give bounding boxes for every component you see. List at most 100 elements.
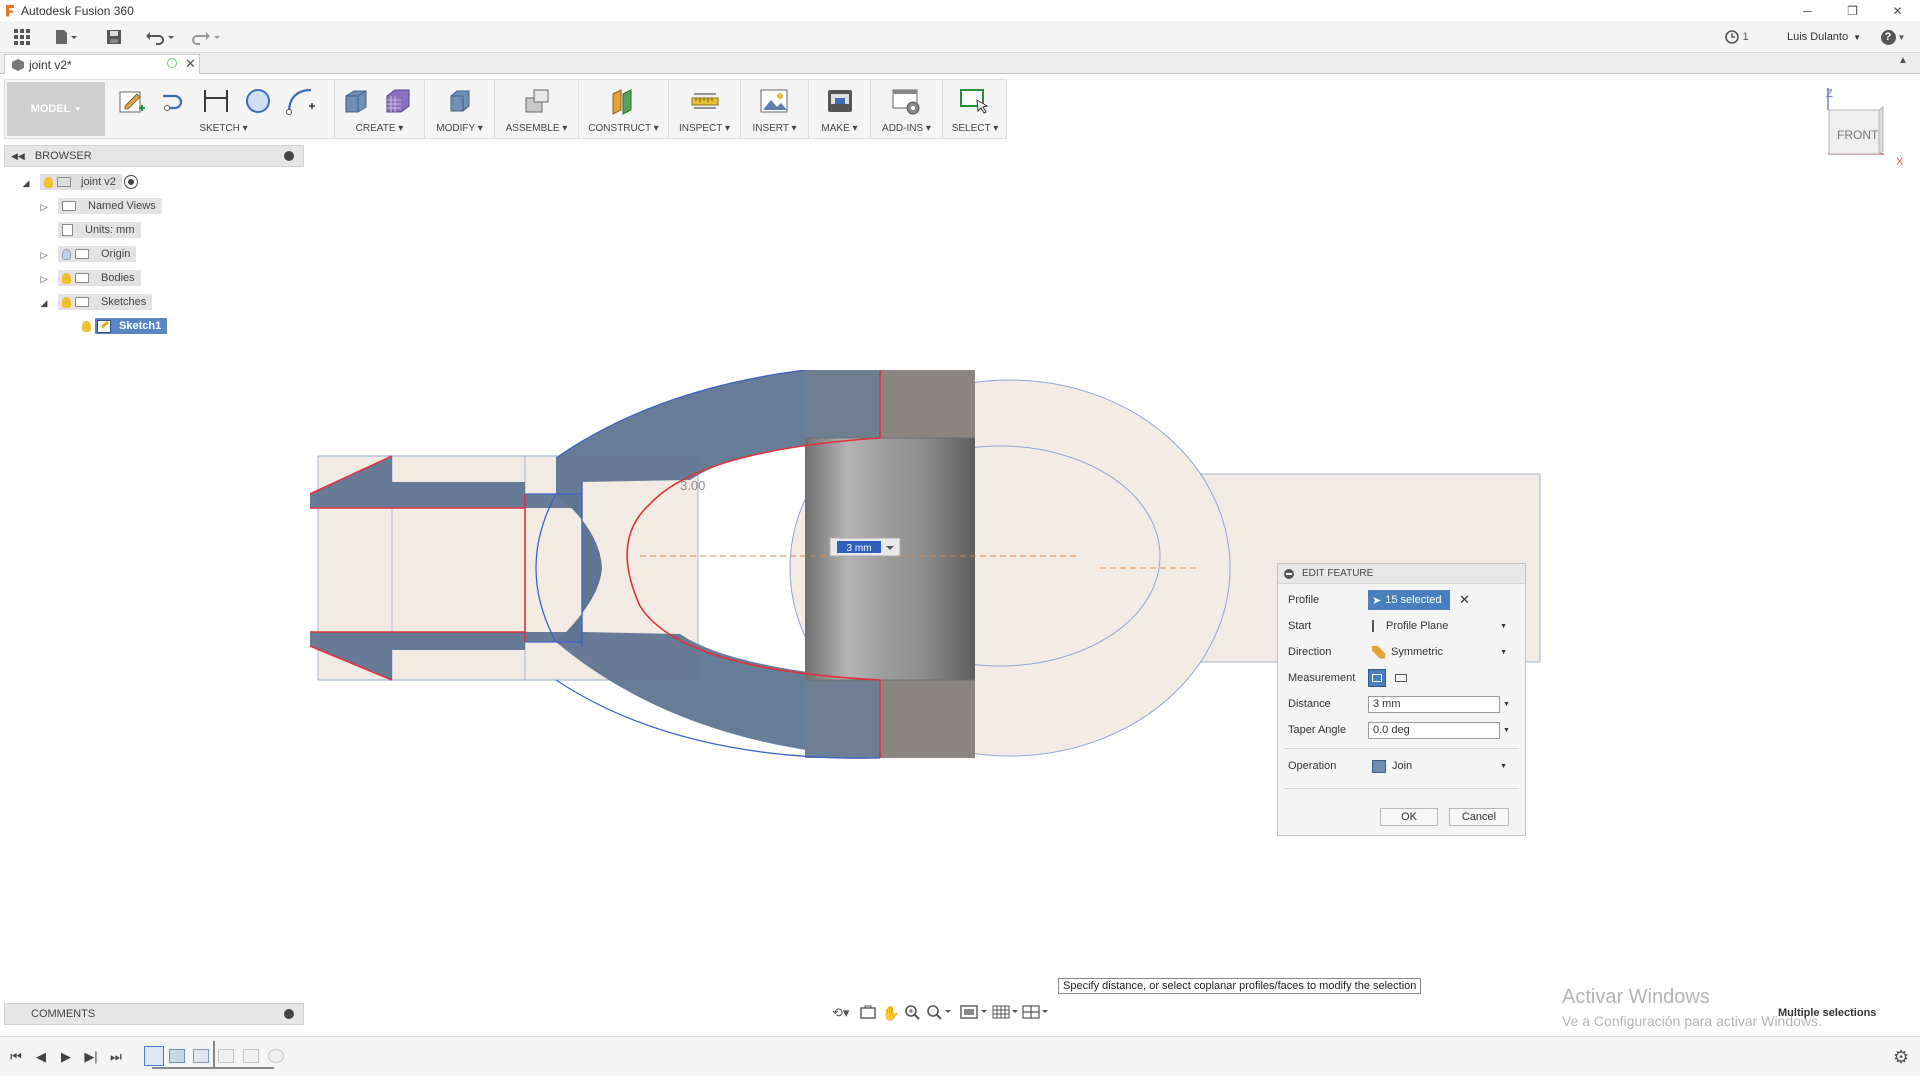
- user-menu[interactable]: Luis Dulanto ▼: [1784, 27, 1864, 47]
- expand-toggle-icon[interactable]: ◢: [20, 177, 32, 189]
- timeline-suppressed-feature-icon[interactable]: [243, 1049, 259, 1063]
- browser-item-units[interactable]: Units: mm: [58, 222, 141, 238]
- viewcube-front-face[interactable]: FRONT: [1837, 128, 1878, 142]
- visibility-bulb-icon[interactable]: [62, 296, 71, 308]
- profile-selection-button[interactable]: ➤ 15 selected: [1368, 590, 1450, 610]
- half-length-icon[interactable]: [1368, 669, 1386, 687]
- modify-group-label: MODIFY: [436, 123, 475, 134]
- browser-item-sketch1[interactable]: Sketch1: [78, 318, 168, 334]
- arc-tool-icon: [286, 88, 315, 115]
- expand-toggle-icon[interactable]: ▷: [38, 201, 50, 213]
- modify-group[interactable]: MODIFY ▾: [425, 80, 495, 138]
- close-tab-icon[interactable]: ✕: [185, 56, 196, 72]
- undo-icon[interactable]: [144, 27, 178, 47]
- whole-length-icon[interactable]: [1392, 669, 1410, 687]
- visibility-bulb-icon[interactable]: [62, 272, 71, 284]
- timeline-play-icon[interactable]: ▶: [58, 1049, 74, 1065]
- help-menu[interactable]: ? ▼: [1880, 27, 1906, 47]
- chevron-down-icon: ▼: [1500, 762, 1507, 770]
- operation-dropdown[interactable]: Join ▼: [1368, 756, 1511, 776]
- display-settings-icon[interactable]: [960, 1004, 992, 1023]
- zoom-icon[interactable]: [904, 1004, 926, 1023]
- file-menu-icon[interactable]: [52, 27, 80, 47]
- chevron-down-icon[interactable]: ▼: [1503, 727, 1510, 734]
- viewports-icon[interactable]: [1022, 1004, 1052, 1023]
- timeline-marker[interactable]: [213, 1041, 215, 1067]
- timeline-extrude-feature-icon[interactable]: [169, 1049, 185, 1063]
- distance-manipulator-input[interactable]: 3 mm: [847, 543, 872, 554]
- grid-settings-icon[interactable]: [992, 1004, 1022, 1023]
- 3d-print-icon: [828, 90, 852, 112]
- look-at-icon[interactable]: [860, 1005, 882, 1022]
- data-panel-grid-icon[interactable]: [12, 27, 32, 47]
- sketch1-label: Sketch1: [119, 320, 162, 332]
- viewcube[interactable]: Z X FRONT: [1826, 88, 1903, 168]
- folder-icon: [75, 297, 89, 307]
- browser-item-origin[interactable]: Origin: [58, 246, 137, 262]
- watermark-title: Activar Windows: [1562, 986, 1710, 1008]
- taper-angle-input[interactable]: 0.0 deg: [1368, 721, 1500, 739]
- distance-input[interactable]: 3 mm: [1368, 695, 1500, 713]
- visibility-bulb-icon[interactable]: [62, 248, 71, 260]
- timeline-sketch-feature-icon[interactable]: [144, 1046, 164, 1066]
- activate-radio-icon[interactable]: [123, 175, 138, 189]
- add-comment-icon[interactable]: [284, 1009, 294, 1019]
- comments-panel-header[interactable]: COMMENTS: [4, 1003, 304, 1025]
- offset-plane-icon: [612, 89, 632, 115]
- redo-icon[interactable]: [190, 27, 224, 47]
- timeline-suppressed-feature-icon[interactable]: [268, 1049, 284, 1063]
- workspace-switcher[interactable]: MODEL ▼: [7, 82, 105, 136]
- chevron-up-icon[interactable]: ▲: [1898, 55, 1908, 66]
- insert-group[interactable]: INSERT ▾: [741, 80, 809, 138]
- pan-icon[interactable]: ✋: [882, 1005, 904, 1022]
- make-group[interactable]: MAKE ▾: [809, 80, 871, 138]
- browser-item-named-views[interactable]: Named Views: [58, 198, 162, 214]
- timeline-suppressed-feature-icon[interactable]: [218, 1049, 234, 1063]
- start-dropdown[interactable]: Profile Plane ▼: [1368, 616, 1511, 636]
- create-group[interactable]: CREATE ▾: [335, 80, 425, 138]
- expand-toggle-icon[interactable]: ▷: [38, 273, 50, 285]
- expand-toggle-icon[interactable]: ▷: [38, 249, 50, 261]
- browser-item-sketches[interactable]: Sketches: [58, 294, 153, 310]
- timeline-start-icon[interactable]: ⏮: [8, 1049, 24, 1065]
- job-status-indicator[interactable]: 1: [1722, 27, 1752, 47]
- timeline-previous-icon[interactable]: ◀: [33, 1049, 49, 1065]
- timeline-end-icon[interactable]: ⏭: [108, 1049, 124, 1065]
- direction-dropdown[interactable]: Symmetric ▼: [1368, 642, 1511, 662]
- clock-icon: [1725, 30, 1740, 44]
- restore-button[interactable]: ❐: [1830, 0, 1875, 21]
- browser-item-bodies[interactable]: Bodies: [58, 270, 141, 286]
- chevron-down-icon: ▼: [1500, 622, 1507, 630]
- ok-button[interactable]: OK: [1380, 808, 1438, 826]
- close-window-button[interactable]: ✕: [1875, 0, 1920, 21]
- collapse-dialog-icon[interactable]: [1284, 568, 1294, 579]
- clear-selection-icon[interactable]: ✕: [1459, 592, 1470, 608]
- construct-group[interactable]: CONSTRUCT ▾: [579, 80, 669, 138]
- collapse-panel-icon[interactable]: ◀◀: [11, 151, 25, 162]
- browser-panel-header[interactable]: ◀◀ BROWSER: [4, 145, 304, 167]
- zoom-window-icon[interactable]: [926, 1004, 956, 1023]
- browser-root-item[interactable]: joint v2: [40, 174, 138, 190]
- panel-pin-icon[interactable]: [284, 151, 294, 161]
- add-ins-group[interactable]: ADD-INS ▾: [871, 80, 943, 138]
- timeline-extrude-feature-icon[interactable]: [193, 1049, 209, 1063]
- visibility-bulb-icon[interactable]: [82, 320, 91, 332]
- document-tab[interactable]: joint v2* ✕: [4, 54, 200, 74]
- save-icon[interactable]: [104, 27, 124, 47]
- orbit-icon[interactable]: ⟲▾: [832, 1005, 858, 1021]
- profile-row: Profile ➤ 15 selected ✕: [1278, 589, 1525, 611]
- cancel-button[interactable]: Cancel: [1449, 808, 1509, 826]
- direction-row: Direction Symmetric ▼: [1278, 641, 1525, 663]
- sketch-group[interactable]: SKETCH ▾: [113, 80, 335, 138]
- timeline-next-icon[interactable]: ▶|: [83, 1049, 99, 1065]
- visibility-bulb-icon[interactable]: [44, 176, 53, 188]
- timeline-settings-gear-icon[interactable]: ⚙: [1893, 1047, 1909, 1068]
- inspect-group-label: INSPECT: [679, 123, 723, 134]
- assemble-group[interactable]: ASSEMBLE ▾: [495, 80, 579, 138]
- select-group[interactable]: SELECT ▾: [943, 80, 1007, 138]
- expand-toggle-icon[interactable]: ◢: [38, 297, 50, 309]
- chevron-down-icon[interactable]: ▼: [1503, 701, 1510, 708]
- minimize-button[interactable]: ─: [1785, 0, 1830, 21]
- inspect-group[interactable]: INSPECT ▾: [669, 80, 741, 138]
- new-component-icon: [525, 89, 549, 113]
